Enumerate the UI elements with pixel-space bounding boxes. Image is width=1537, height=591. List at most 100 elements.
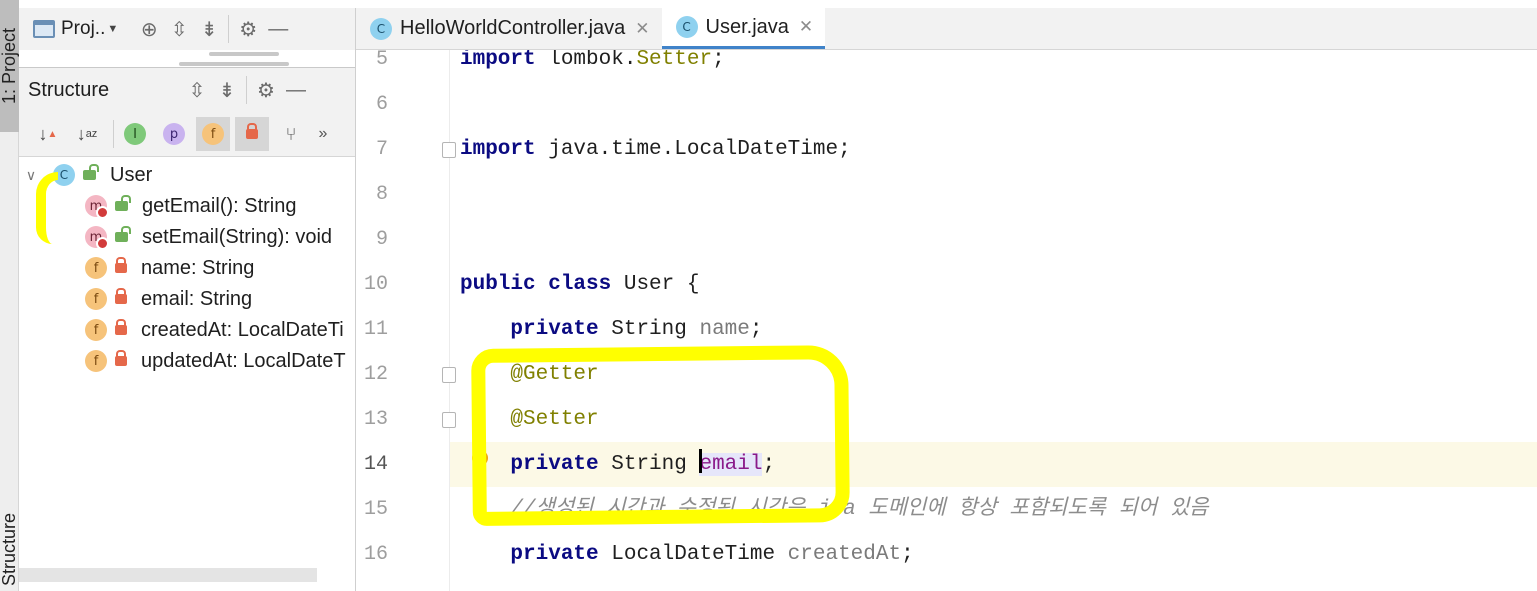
project-view-selector[interactable]: Proj..	[61, 18, 105, 40]
project-tool-tab[interactable]: 1: Project	[0, 0, 19, 132]
code-token: @Getter	[510, 363, 599, 386]
project-folder-icon	[33, 20, 55, 38]
expand-all-icon[interactable]: ⇳	[164, 14, 194, 44]
locate-icon[interactable]: ⊕	[134, 14, 164, 44]
gear-icon[interactable]: ⚙	[233, 14, 263, 44]
editor-tab-label: HelloWorldController.java	[400, 17, 626, 39]
chevron-down-icon[interactable]: ∨	[21, 167, 41, 184]
minimize-icon[interactable]: —	[263, 14, 293, 44]
toolbar-separator	[228, 15, 230, 43]
show-non-public-icon[interactable]	[235, 117, 269, 151]
field-icon: f	[85, 319, 107, 341]
expand-all-icon[interactable]: ⇳	[182, 75, 212, 105]
code-line: @Getter	[460, 352, 599, 397]
private-visibility-icon	[115, 257, 127, 273]
field-icon: f	[85, 350, 107, 372]
tree-root-label: User	[110, 163, 153, 186]
tree-root-user[interactable]: ∨ C User	[21, 160, 152, 190]
field-icon: f	[85, 257, 107, 279]
line-number: 5	[375, 50, 388, 71]
editor-tab-hello-world-controller[interactable]: C HelloWorldController.java ✕	[356, 8, 662, 49]
code-token: ;	[712, 50, 725, 71]
class-icon: C	[53, 164, 75, 186]
code-token: java.time.LocalDateTime;	[535, 138, 851, 161]
tree-item-label: createdAt: LocalDateTi	[141, 318, 344, 341]
toolbar-separator	[246, 76, 247, 104]
tree-item-label: getEmail(): String	[142, 194, 297, 217]
tree-item[interactable]: f email: String	[85, 284, 252, 314]
code-token: private	[510, 543, 599, 566]
obscured-text	[209, 52, 279, 56]
code-token: String	[598, 453, 700, 476]
class-icon: C	[675, 16, 698, 38]
obscured-text	[179, 62, 289, 66]
field-icon: f	[85, 288, 107, 310]
chevron-down-icon[interactable]: ▼	[107, 23, 118, 35]
structure-toolbar: ↓ ▲ ↓ az I p f ⑂ »	[19, 112, 356, 157]
fold-marker-icon[interactable]	[442, 367, 456, 383]
more-icon[interactable]: »	[313, 117, 333, 151]
line-number: 6	[375, 93, 388, 116]
collapse-all-icon[interactable]: ⇟	[194, 14, 224, 44]
line-number: 7	[375, 138, 388, 161]
minimize-icon[interactable]: —	[281, 75, 311, 105]
structure-panel-header: Structure ⇳ ⇟ ⚙ —	[19, 68, 356, 112]
show-fields-icon[interactable]: f	[196, 117, 230, 151]
collapse-all-icon[interactable]: ⇟	[212, 75, 242, 105]
structure-tool-tab-label: 7: Structure	[0, 512, 19, 591]
code-token: name	[699, 318, 750, 341]
tree-item[interactable]: m setEmail(String): void	[85, 222, 332, 252]
code-line: private LocalDateTime createdAt;	[460, 532, 913, 577]
close-icon[interactable]: ✕	[635, 19, 649, 39]
code-token: User {	[611, 273, 700, 296]
sort-by-visibility-icon[interactable]: ↓ ▲	[31, 117, 65, 151]
code-line: @Setter	[460, 397, 599, 442]
sort-alphabetically-icon[interactable]: ↓ az	[70, 117, 104, 151]
close-icon[interactable]: ✕	[799, 17, 813, 37]
structure-tree: ∨ C User m getEmail(): String m setEmail…	[19, 158, 356, 568]
public-visibility-icon	[115, 226, 131, 242]
tree-item[interactable]: f createdAt: LocalDateTi	[85, 315, 344, 345]
gear-icon[interactable]: ⚙	[251, 75, 281, 105]
editor-tab-label: User.java	[705, 15, 789, 38]
fold-marker-icon[interactable]	[442, 142, 456, 158]
editor-tab-user[interactable]: C User.java ✕	[661, 8, 826, 49]
code-token: @Setter	[510, 408, 599, 431]
private-visibility-icon	[115, 350, 127, 366]
line-number: 14	[363, 453, 388, 476]
line-number: 9	[375, 228, 388, 251]
tree-item[interactable]: f name: String	[85, 253, 254, 283]
tree-item[interactable]: m getEmail(): String	[85, 191, 297, 221]
fold-marker-icon[interactable]	[442, 412, 456, 428]
code-token: createdAt	[787, 543, 902, 566]
structure-horizontal-scrollbar[interactable]	[19, 568, 317, 582]
code-line: import lombok.Setter;	[460, 50, 725, 82]
show-inherited-icon[interactable]: I	[118, 117, 152, 151]
code-token: ;	[762, 453, 776, 476]
code-line: public class User {	[460, 262, 699, 307]
left-tool-strip: 1: Project 7: Structure	[0, 0, 19, 591]
private-visibility-icon	[115, 319, 127, 335]
code-token: import	[460, 50, 536, 71]
line-number: 11	[363, 318, 388, 341]
code-token: private	[510, 453, 599, 476]
navigate-icon[interactable]: ⑂	[274, 117, 308, 151]
code-editor[interactable]: 5 import lombok.Setter; 6 7 import java.time…	[356, 50, 1537, 591]
code-line: import java.time.LocalDateTime;	[460, 127, 851, 172]
structure-tool-tab[interactable]: 7: Structure	[0, 513, 19, 591]
method-icon: m	[85, 226, 109, 250]
code-token: email	[699, 453, 763, 476]
code-token: import	[460, 138, 536, 161]
private-visibility-icon	[115, 288, 127, 304]
show-properties-icon[interactable]: p	[157, 117, 191, 151]
editor-tab-bar: C HelloWorldController.java ✕ C User.jav…	[356, 8, 1537, 50]
tree-item[interactable]: f updatedAt: LocalDateT	[85, 346, 346, 376]
line-number: 10	[363, 273, 388, 296]
public-visibility-icon	[115, 195, 131, 211]
tree-item-label: email: String	[141, 287, 253, 310]
line-number: 13	[363, 408, 388, 431]
project-panel-header: Proj.. ▼ ⊕ ⇳ ⇟ ⚙ —	[19, 8, 356, 50]
